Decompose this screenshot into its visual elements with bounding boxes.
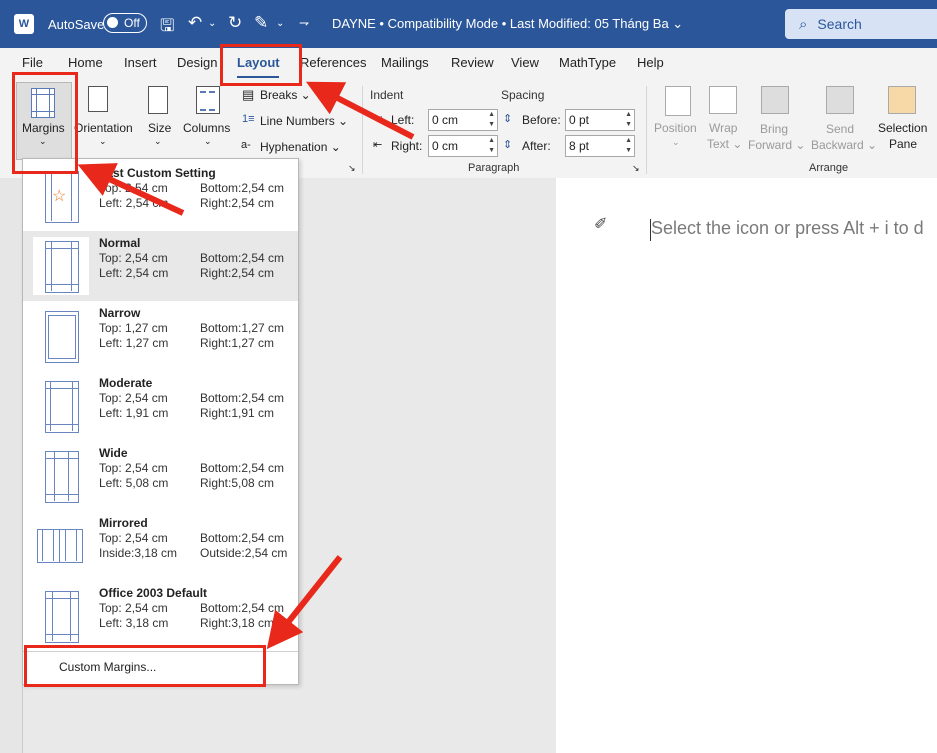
arrow-to-custom-margins <box>266 555 343 650</box>
arrow-to-layout-tab <box>306 81 415 140</box>
arrow-to-margins-button <box>77 163 185 216</box>
annotation-arrows <box>77 81 415 650</box>
